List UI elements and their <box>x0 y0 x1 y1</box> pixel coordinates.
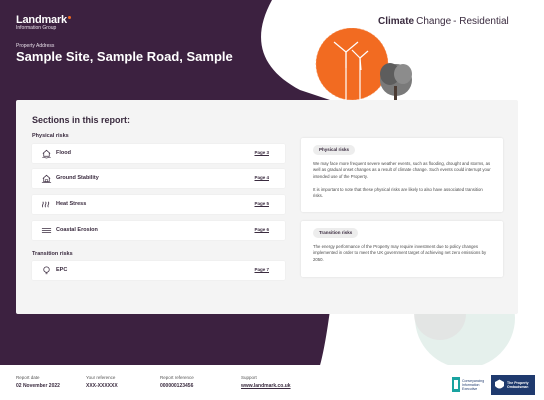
support-label: Support <box>241 375 257 380</box>
svg-text:Executive: Executive <box>462 387 477 391</box>
section-page-link[interactable]: Page 6 <box>254 227 269 232</box>
report-date-label: Report date <box>16 375 40 380</box>
house-flood-icon <box>42 149 51 159</box>
physical-risks-info-box: Physical risks We may face more frequent… <box>301 138 503 212</box>
transition-risks-text: The energy performance of the Property m… <box>313 244 487 262</box>
transition-risks-info-box: Transition risks The energy performance … <box>301 221 503 277</box>
section-page-link[interactable]: Page 7 <box>254 267 269 272</box>
logo-dot-icon <box>67 16 71 19</box>
report-reference-value: 000000123456 <box>160 383 194 389</box>
section-row-label: Flood <box>56 150 71 156</box>
lightbulb-icon <box>43 266 50 275</box>
section-row-heat-stress[interactable]: Heat Stress Page 5 <box>32 195 285 214</box>
your-reference-label: Your reference <box>86 375 116 380</box>
footer-report-date: Report date 02 November 2022 <box>16 375 60 389</box>
transition-risks-label: Transition risks <box>32 251 73 257</box>
section-row-flood[interactable]: Flood Page 3 <box>32 144 285 163</box>
report-title-rest: Change <box>416 16 452 27</box>
house-ground-icon <box>41 174 52 183</box>
section-page-link[interactable]: Page 5 <box>254 201 269 206</box>
footer-your-reference: Your reference XXX-XXXXXX <box>86 375 118 389</box>
footer-support: Support www.landmark.co.uk <box>241 375 291 389</box>
transition-risks-pill: Transition risks <box>313 228 359 238</box>
sections-card: Sections in this report: Physical risks … <box>16 100 518 314</box>
physical-risks-label: Physical risks <box>32 133 69 139</box>
report-title: Climate Change - Residential <box>378 16 509 27</box>
footer: Report date 02 November 2022 Your refere… <box>0 365 544 400</box>
report-title-strong: Climate <box>378 16 415 27</box>
report-reference-label: Report reference <box>160 375 194 380</box>
waves-icon <box>41 228 52 233</box>
property-ombudsman-badge: The Property Ombudsman <box>491 375 535 395</box>
ombudsman-badge-line2: Ombudsman <box>507 385 529 389</box>
section-row-label: Heat Stress <box>56 201 87 207</box>
footer-report-reference: Report reference 000000123456 <box>160 375 194 389</box>
report-cover-page: Landmark Information Group Property Addr… <box>0 0 544 400</box>
support-link[interactable]: www.landmark.co.uk <box>241 383 291 389</box>
your-reference-value: XXX-XXXXXX <box>86 383 118 389</box>
physical-risks-text: We may face more frequent severe weather… <box>313 161 491 179</box>
wind-turbine-illustration <box>315 28 412 100</box>
report-date-value: 02 November 2022 <box>16 383 60 389</box>
report-title-tail: - Residential <box>453 16 509 27</box>
section-page-link[interactable]: Page 3 <box>254 150 269 155</box>
section-row-label: Coastal Erosion <box>56 227 98 233</box>
physical-risks-note: It is important to note that these physi… <box>313 187 483 199</box>
section-page-link[interactable]: Page 4 <box>254 175 269 180</box>
ombudsman-crest-icon <box>495 379 504 389</box>
physical-risks-pill: Physical risks <box>313 145 356 155</box>
landmark-logo: Landmark Information Group <box>16 14 71 31</box>
section-row-label: EPC <box>56 267 68 273</box>
section-row-coastal-erosion[interactable]: Coastal Erosion Page 6 <box>32 221 285 240</box>
section-row-ground-stability[interactable]: Ground Stability Page 4 <box>32 169 285 188</box>
section-row-label: Ground Stability <box>56 175 99 181</box>
conveyancing-information-executive-badge: Conveyancing Information Executive <box>452 377 484 392</box>
heat-icon <box>42 201 50 208</box>
sections-title: Sections in this report: <box>32 115 131 125</box>
section-row-epc[interactable]: EPC Page 7 <box>32 261 285 280</box>
property-address: Sample Site, Sample Road, Sample <box>16 49 233 64</box>
